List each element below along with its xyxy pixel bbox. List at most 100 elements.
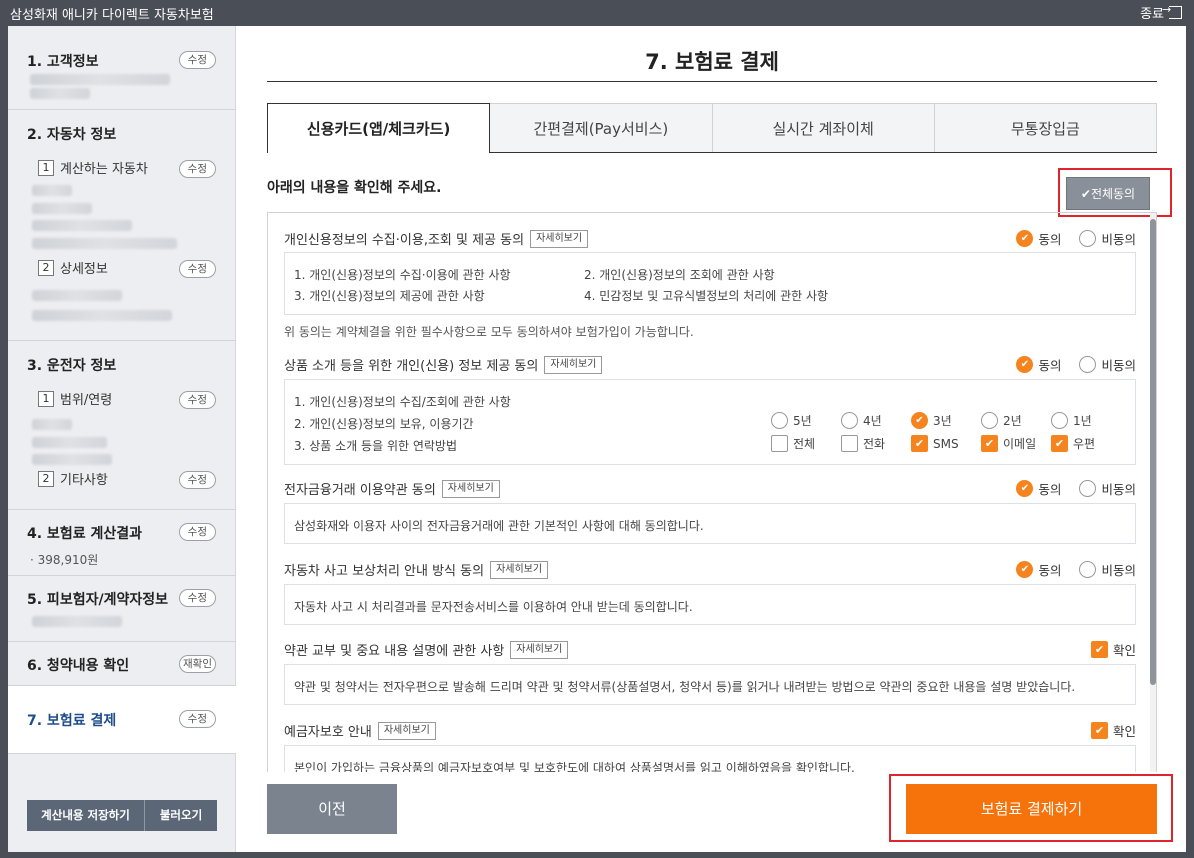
agree-label: 동의 [1038,358,1062,373]
pay-premium-button[interactable]: 보험료 결제하기 [906,784,1157,834]
disagree-option[interactable]: 비동의 [1079,355,1136,374]
consent-item: 3. 개인(신용)정보의 제공에 관한 사항 [294,289,485,303]
consent-scroll-area[interactable]: 개인신용정보의 수집·이용,조회 및 제공 동의 자세히보기 ✔ 동의 비동의 1… [267,212,1157,772]
confirm-option-group: ✔ 확인 [1090,721,1136,740]
agree-option[interactable]: ✔ 동의 [1016,560,1061,579]
sidebar-section-insured: 5. 피보험자/계약자정보 수정 [8,576,236,642]
redacted-text [32,290,122,301]
tab-easy-pay[interactable]: 간편결제(Pay서비스) [490,103,713,153]
contact-option[interactable]: ✔ SMS [911,435,967,452]
consent-title: 개인신용정보의 수집·이용,조회 및 제공 동의 [284,233,525,248]
main-content: 7. 보험료 결제 신용카드(앱/체크카드) 간편결제(Pay서비스) 실시간 … [267,26,1173,852]
sidebar-title: 1. 고객정보 [27,54,99,70]
tab-bank-deposit[interactable]: 무통장입금 [934,103,1157,153]
detail-button[interactable]: 자세히보기 [441,479,500,498]
radio-icon [771,412,788,429]
disagree-label: 비동의 [1101,482,1136,497]
period-label: 2년 [1003,414,1022,428]
instruction-text: 아래의 내용을 확인해 주세요. [267,180,442,196]
agree-options: ✔ 동의 비동의 [1016,560,1136,579]
tab-credit-card[interactable]: 신용카드(앱/체크카드) [267,103,491,153]
sub-label: 기타사항 [60,473,108,488]
retention-period-options: 5년 4년 ✔ 3년 2년 1년 [771,412,1101,429]
consent-title: 예금자보호 안내 [284,725,372,740]
edit-insured-button[interactable]: 수정 [178,589,216,607]
sidebar-title: 2. 자동차 정보 [27,127,117,143]
consent-heading: 상품 소개 등을 위한 개인(신용) 정보 제공 동의 자세히보기 [284,355,603,374]
consent-title: 상품 소개 등을 위한 개인(신용) 정보 제공 동의 [284,359,539,374]
redacted-text [32,419,72,430]
disagree-label: 비동의 [1101,232,1136,247]
agree-options: ✔ 동의 비동의 [1016,229,1136,248]
consent-box: 1. 개인(신용)정보의 수집/조회에 관한 사항 2. 개인(신용)정보의 보… [284,379,1136,465]
sidebar-sub-vehicle: 1 계산하는 자동차 [38,158,148,177]
contact-option[interactable]: 전체 [771,435,827,452]
close-button[interactable]: 종료 [1140,3,1182,22]
period-option[interactable]: ✔ 3년 [911,412,961,429]
consent-title: 전자금융거래 이용약관 동의 [284,483,436,498]
confirm-label: 확인 [1112,724,1136,739]
sidebar-title: 5. 피보험자/계약자정보 [27,592,168,608]
save-calculation-button[interactable]: 계산내용 저장하기 [27,800,145,831]
checkbox-icon [841,435,858,452]
edit-range-button[interactable]: 수정 [178,391,216,409]
disagree-option[interactable]: 비동의 [1079,479,1136,498]
detail-button[interactable]: 자세히보기 [377,721,436,740]
contact-label: 이메일 [1003,437,1037,451]
period-option[interactable]: 4년 [841,412,891,429]
consent-title: 자동차 사고 보상처리 안내 방식 동의 [284,564,485,579]
edit-customer-button[interactable]: 수정 [178,51,216,69]
contact-option[interactable]: ✔ 이메일 [981,435,1037,452]
contact-label: 전화 [863,437,886,451]
radio-checked-icon: ✔ [1016,356,1034,373]
sidebar-title: 7. 보험료 결제 [27,713,117,729]
period-option[interactable]: 1년 [1051,412,1101,429]
contact-label: SMS [933,436,959,451]
confirm-option[interactable]: ✔ 확인 [1090,721,1136,740]
agree-option[interactable]: ✔ 동의 [1016,229,1061,248]
recheck-button[interactable]: 재확인 [179,655,216,673]
load-button[interactable]: 불러오기 [145,800,217,831]
number-badge: 1 [38,390,54,407]
redacted-text [32,616,122,627]
detail-button[interactable]: 자세히보기 [530,229,589,248]
radio-icon [1079,480,1097,497]
agree-option[interactable]: ✔ 동의 [1016,355,1061,374]
sidebar: 1. 고객정보 수정 2. 자동차 정보 1 계산하는 자동차 수정 2 상세정… [8,26,236,852]
edit-detail-button[interactable]: 수정 [178,260,216,278]
edit-other-button[interactable]: 수정 [178,471,216,489]
redacted-text [32,238,177,249]
radio-icon [981,412,998,429]
checkbox-icon [771,435,788,452]
edit-payment-button[interactable]: 수정 [178,710,216,728]
tab-realtime-transfer[interactable]: 실시간 계좌이체 [712,103,935,153]
exit-icon [1162,3,1182,19]
contact-option[interactable]: 전화 [841,435,897,452]
radio-icon [1079,230,1097,247]
radio-icon [1079,356,1097,373]
sidebar-section-premium: 4. 보험료 계산결과 수정 · 398,910원 [8,510,236,576]
agree-all-button[interactable]: ✔전체동의 [1066,177,1150,210]
edit-vehicle-button[interactable]: 수정 [178,160,216,178]
period-option[interactable]: 2년 [981,412,1031,429]
sidebar-section-customer: 1. 고객정보 수정 [8,26,236,110]
detail-button[interactable]: 자세히보기 [490,560,549,579]
edit-premium-button[interactable]: 수정 [178,523,216,541]
window-titlebar: 삼성화재 애니카 다이렉트 자동차보험 종료 [0,0,1194,26]
previous-button[interactable]: 이전 [267,784,397,834]
confirm-option[interactable]: ✔ 확인 [1090,640,1136,659]
agree-option[interactable]: ✔ 동의 [1016,479,1061,498]
period-option[interactable]: 5년 [771,412,821,429]
sidebar-section-payment: 7. 보험료 결제 수정 [8,686,236,754]
redacted-text [32,454,112,465]
contact-option[interactable]: ✔ 우편 [1051,435,1107,452]
detail-button[interactable]: 자세히보기 [544,355,603,374]
detail-button[interactable]: 자세히보기 [510,640,569,659]
scrollbar-thumb[interactable] [1150,219,1156,685]
period-label: 5년 [793,414,812,428]
agree-options: ✔ 동의 비동의 [1016,479,1136,498]
disagree-option[interactable]: 비동의 [1079,229,1136,248]
consent-title: 약관 교부 및 중요 내용 설명에 관한 사항 [284,644,505,659]
disagree-option[interactable]: 비동의 [1079,560,1136,579]
redacted-text [30,74,170,85]
